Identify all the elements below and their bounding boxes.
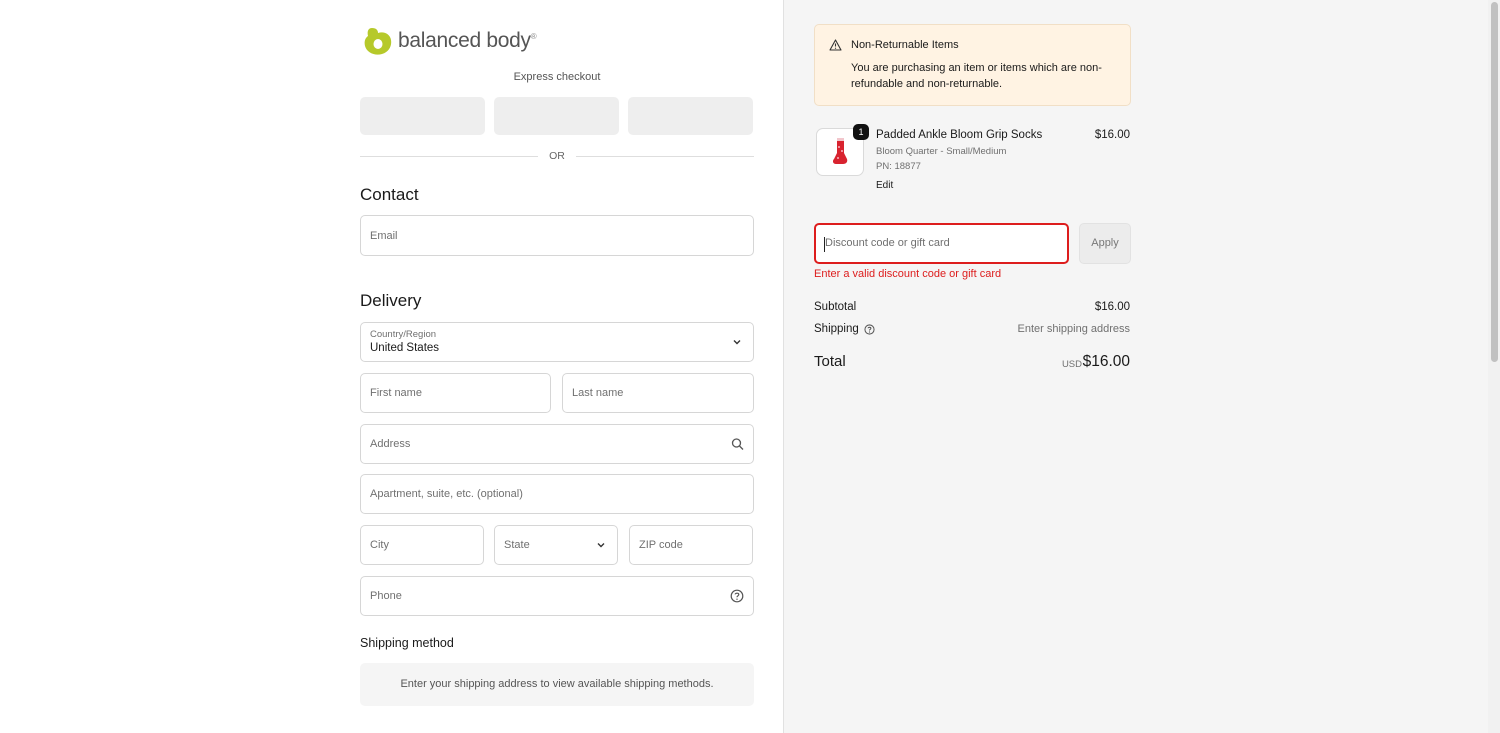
shipping-label-row: Shipping <box>814 323 875 335</box>
shipping-method-box: Enter your shipping address to view avai… <box>360 663 754 706</box>
divider-right <box>576 156 754 157</box>
state-placeholder: State <box>504 539 530 551</box>
express-pay-button-1[interactable] <box>360 97 485 135</box>
discount-code-input[interactable]: Discount code or gift card <box>814 223 1069 264</box>
brand-name: balanced body® <box>398 29 537 52</box>
total-value: $16.00 <box>1082 353 1130 370</box>
shipping-method-title: Shipping method <box>360 636 454 650</box>
notice-title: Non-Returnable Items <box>851 39 959 51</box>
chevron-down-icon <box>733 340 741 345</box>
apartment-field[interactable]: Apartment, suite, etc. (optional) <box>360 474 754 514</box>
brand-logo-icon <box>364 28 392 55</box>
contact-title: Contact <box>360 185 419 204</box>
state-select[interactable]: State <box>494 525 618 565</box>
email-field[interactable]: Email <box>360 215 754 256</box>
country-value: United States <box>370 342 440 354</box>
product-part-number: PN: 18877 <box>876 161 921 172</box>
checkout-form-column: balanced body® Express checkout OR Conta… <box>0 0 783 733</box>
phone-placeholder: Phone <box>370 590 402 602</box>
phone-field[interactable]: Phone <box>360 576 754 616</box>
search-icon <box>731 438 744 450</box>
discount-placeholder: Discount code or gift card <box>825 237 950 249</box>
discount-error-message: Enter a valid discount code or gift card <box>814 268 1002 280</box>
country-label: Country/Region <box>370 329 437 340</box>
shipping-label: Shipping <box>814 323 859 335</box>
order-summary-column: Non-Returnable Items You are purchasing … <box>783 0 1488 733</box>
or-divider-label: OR <box>549 150 565 162</box>
non-returnable-notice: Non-Returnable Items You are purchasing … <box>814 24 1131 106</box>
zip-placeholder: ZIP code <box>639 539 683 551</box>
total-label: Total <box>814 353 846 370</box>
help-icon[interactable] <box>730 589 744 603</box>
express-checkout-label: Express checkout <box>513 71 601 83</box>
delivery-title: Delivery <box>360 291 422 310</box>
apply-discount-button[interactable]: Apply <box>1079 223 1131 264</box>
scrollbar-thumb[interactable] <box>1491 2 1498 362</box>
shipping-method-message: Enter your shipping address to view avai… <box>400 678 714 690</box>
zip-field[interactable]: ZIP code <box>629 525 753 565</box>
express-pay-button-2[interactable] <box>494 97 619 135</box>
email-placeholder: Email <box>370 229 398 242</box>
city-field[interactable]: City <box>360 525 484 565</box>
chevron-down-icon <box>597 543 605 548</box>
shipping-help-icon[interactable] <box>864 323 875 335</box>
country-select[interactable]: Country/Region United States <box>360 322 754 362</box>
product-variant: Bloom Quarter - Small/Medium <box>876 146 1007 157</box>
product-name: Padded Ankle Bloom Grip Socks <box>876 129 1043 141</box>
checkout-page: balanced body® Express checkout OR Conta… <box>0 0 1500 733</box>
first-name-field[interactable]: First name <box>360 373 551 413</box>
address-placeholder: Address <box>370 438 411 450</box>
edit-item-link[interactable]: Edit <box>876 180 893 191</box>
address-field[interactable]: Address <box>360 424 754 464</box>
quantity-badge: 1 <box>853 124 869 140</box>
last-name-field[interactable]: Last name <box>562 373 754 413</box>
first-name-placeholder: First name <box>370 387 422 399</box>
subtotal-label: Subtotal <box>814 301 857 313</box>
warning-icon <box>829 39 842 51</box>
product-price: $16.00 <box>1094 129 1130 141</box>
apartment-placeholder: Apartment, suite, etc. (optional) <box>370 488 523 500</box>
page-scrollbar[interactable] <box>1488 0 1500 733</box>
express-pay-button-3[interactable] <box>628 97 753 135</box>
shipping-value: Enter shipping address <box>1017 323 1130 335</box>
total-currency: USD <box>1061 359 1082 370</box>
brand-logo[interactable]: balanced body® <box>362 24 537 58</box>
divider-left <box>360 156 538 157</box>
subtotal-value: $16.00 <box>1094 301 1130 313</box>
city-placeholder: City <box>370 539 389 551</box>
notice-body: You are purchasing an item or items whic… <box>851 62 1102 90</box>
last-name-placeholder: Last name <box>572 387 624 399</box>
